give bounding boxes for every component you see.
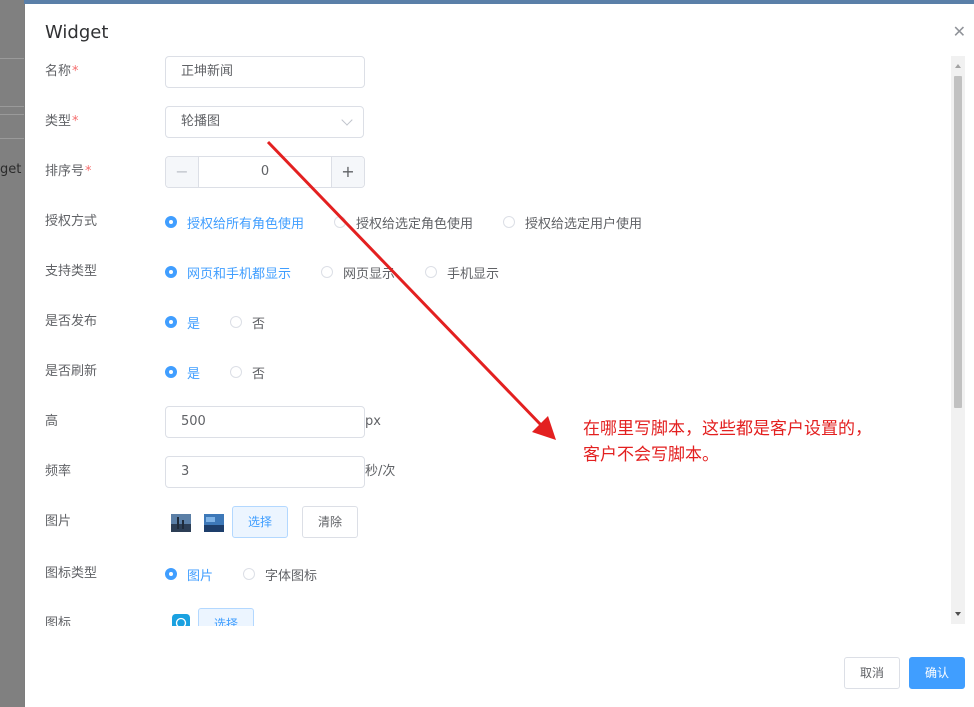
auth-radio-group: 授权给所有角色使用 授权给选定角色使用 授权给选定用户使用	[165, 206, 672, 238]
label-image: 图片	[45, 514, 72, 529]
image-clear-button[interactable]: 清除	[302, 506, 358, 538]
cancel-button[interactable]: 取消	[844, 657, 900, 689]
label-refresh: 是否刷新	[45, 364, 98, 379]
row-publish: 是否发布 是 否	[25, 306, 951, 338]
close-icon[interactable]: ✕	[953, 24, 966, 40]
form-scrollbar[interactable]	[951, 56, 965, 624]
name-input[interactable]: 正坤新闻	[165, 56, 365, 88]
radio-checked-icon	[165, 216, 177, 228]
type-select[interactable]: 轮播图	[165, 106, 364, 138]
radio-checked-icon	[165, 266, 177, 278]
radio-publish-yes[interactable]: 是	[165, 313, 200, 332]
radio-auth-selected-users[interactable]: 授权给选定用户使用	[503, 213, 642, 232]
order-stepper: − 0 +	[165, 156, 365, 188]
radio-support-web[interactable]: 网页显示	[321, 263, 395, 282]
required-mark: *	[72, 64, 79, 79]
radio-unchecked-icon	[503, 216, 516, 228]
label-icon: 图标	[45, 616, 72, 626]
scroll-up-arrow-icon[interactable]	[955, 64, 961, 68]
type-select-value: 轮播图	[181, 114, 221, 129]
annotation-line-1: 在哪里写脚本，这些都是客户设置的，	[583, 419, 872, 439]
scroll-down-arrow-icon[interactable]	[955, 612, 961, 616]
radio-checked-icon	[165, 316, 177, 328]
label-order: 排序号*	[45, 164, 92, 179]
radio-unchecked-icon	[230, 316, 243, 328]
row-icon: 图标 选择	[25, 608, 951, 626]
annotation-line-2: 客户不会写脚本。	[583, 445, 719, 465]
dialog-title: Widget	[45, 22, 109, 43]
row-icon-type: 图标类型 图片 字体图标	[25, 558, 951, 590]
background-text-fragment: get	[0, 162, 22, 177]
row-type: 类型* 轮播图	[25, 106, 951, 138]
label-type: 类型*	[45, 114, 79, 129]
required-mark: *	[72, 114, 79, 129]
confirm-button[interactable]: 确认	[909, 657, 965, 689]
frequency-input[interactable]: 3	[165, 456, 365, 488]
chevron-down-icon	[341, 114, 353, 126]
image-thumbnail-1[interactable]	[171, 514, 191, 532]
label-publish: 是否发布	[45, 314, 98, 329]
support-radio-group: 网页和手机都显示 网页显示 手机显示	[165, 256, 529, 288]
required-mark: *	[85, 164, 92, 179]
decrement-button[interactable]: −	[166, 157, 199, 187]
icon-select-button[interactable]: 选择	[198, 608, 254, 626]
form-body: 名称* 正坤新闻 类型* 轮播图 排序号* − 0 + 授权方式 授权给所有角色…	[25, 52, 951, 626]
icon-preview	[172, 614, 190, 626]
increment-button[interactable]: +	[331, 157, 364, 187]
label-frequency: 频率	[45, 464, 72, 479]
widget-dialog: Widget ✕ 名称* 正坤新闻 类型* 轮播图 排序号* − 0 + 授权方…	[25, 4, 974, 707]
scroll-thumb[interactable]	[954, 76, 962, 408]
radio-icon-type-image[interactable]: 图片	[165, 565, 213, 584]
radio-unchecked-icon	[334, 216, 347, 228]
order-input[interactable]: 0	[198, 157, 332, 187]
image-select-button[interactable]: 选择	[232, 506, 288, 538]
height-input[interactable]: 500	[165, 406, 365, 438]
radio-auth-all-roles[interactable]: 授权给所有角色使用	[165, 213, 304, 232]
icon-type-radio-group: 图片 字体图标	[165, 558, 347, 590]
radio-support-mobile[interactable]: 手机显示	[425, 263, 499, 282]
row-support: 支持类型 网页和手机都显示 网页显示 手机显示	[25, 256, 951, 288]
row-name: 名称* 正坤新闻	[25, 56, 951, 88]
background-left-panel	[0, 0, 24, 707]
row-image: 图片 选择 清除	[25, 506, 951, 538]
radio-checked-icon	[165, 366, 177, 378]
radio-publish-no[interactable]: 否	[230, 313, 265, 332]
label-auth: 授权方式	[45, 214, 98, 229]
image-thumbnail-2[interactable]	[204, 514, 224, 532]
annotation-text: 在哪里写脚本，这些都是客户设置的， 客户不会写脚本。	[583, 416, 963, 468]
radio-refresh-no[interactable]: 否	[230, 363, 265, 382]
radio-icon-type-font[interactable]: 字体图标	[243, 565, 317, 584]
row-auth: 授权方式 授权给所有角色使用 授权给选定角色使用 授权给选定用户使用	[25, 206, 951, 238]
radio-unchecked-icon	[243, 568, 256, 580]
radio-refresh-yes[interactable]: 是	[165, 363, 200, 382]
radio-unchecked-icon	[425, 266, 438, 278]
row-order: 排序号* − 0 +	[25, 156, 951, 188]
height-unit: px	[365, 414, 381, 429]
radio-unchecked-icon	[321, 266, 334, 278]
radio-auth-selected-roles[interactable]: 授权给选定角色使用	[334, 213, 473, 232]
radio-support-both[interactable]: 网页和手机都显示	[165, 263, 291, 282]
radio-checked-icon	[165, 568, 177, 580]
refresh-radio-group: 是 否	[165, 356, 295, 388]
label-support: 支持类型	[45, 264, 98, 279]
label-height: 高	[45, 414, 59, 429]
row-refresh: 是否刷新 是 否	[25, 356, 951, 388]
frequency-unit: 秒/次	[365, 464, 396, 479]
radio-unchecked-icon	[230, 366, 243, 378]
publish-radio-group: 是 否	[165, 306, 295, 338]
label-name: 名称*	[45, 64, 79, 79]
label-icon-type: 图标类型	[45, 566, 98, 581]
